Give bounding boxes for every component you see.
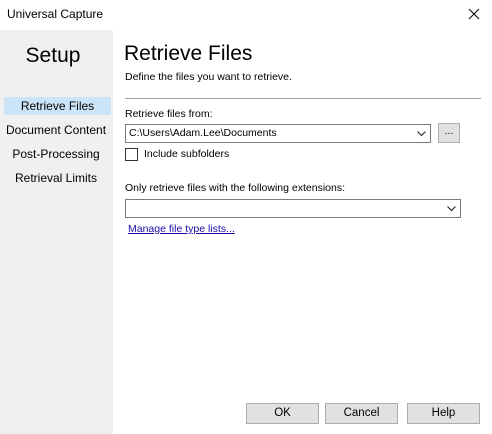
cancel-button[interactable]: Cancel xyxy=(325,403,398,424)
browse-button[interactable]: ... xyxy=(438,123,460,143)
retrieve-from-combobox[interactable]: C:\Users\Adam.Lee\Documents xyxy=(125,124,431,143)
sidebar-item-retrieval-limits[interactable]: Retrieval Limits xyxy=(0,169,112,187)
include-subfolders-label: Include subfolders xyxy=(144,148,230,160)
sidebar: Setup Retrieve Files Document Content Po… xyxy=(0,30,113,434)
manage-file-type-lists-link[interactable]: Manage file type lists... xyxy=(128,223,235,235)
chevron-down-icon[interactable] xyxy=(416,128,427,139)
help-button[interactable]: Help xyxy=(407,403,480,424)
window-title: Universal Capture xyxy=(7,7,104,21)
main-panel: Retrieve Files Define the files you want… xyxy=(113,30,492,434)
close-icon[interactable] xyxy=(462,2,486,26)
page-subtitle: Define the files you want to retrieve. xyxy=(125,71,292,83)
sidebar-item-document-content[interactable]: Document Content xyxy=(0,121,112,139)
retrieve-from-label: Retrieve files from: xyxy=(125,108,213,120)
sidebar-heading: Setup xyxy=(25,44,81,67)
extensions-label: Only retrieve files with the following e… xyxy=(125,182,346,194)
include-subfolders-checkbox[interactable] xyxy=(125,148,138,161)
sidebar-item-retrieve-files[interactable]: Retrieve Files xyxy=(4,97,111,115)
retrieve-from-value: C:\Users\Adam.Lee\Documents xyxy=(129,127,277,139)
extensions-combobox[interactable] xyxy=(125,199,461,218)
page-title: Retrieve Files xyxy=(124,42,253,65)
chevron-down-icon[interactable] xyxy=(446,203,457,214)
divider xyxy=(125,98,481,99)
sidebar-item-post-processing[interactable]: Post-Processing xyxy=(0,145,112,163)
ok-button[interactable]: OK xyxy=(246,403,319,424)
title-bar: Universal Capture xyxy=(0,0,492,30)
